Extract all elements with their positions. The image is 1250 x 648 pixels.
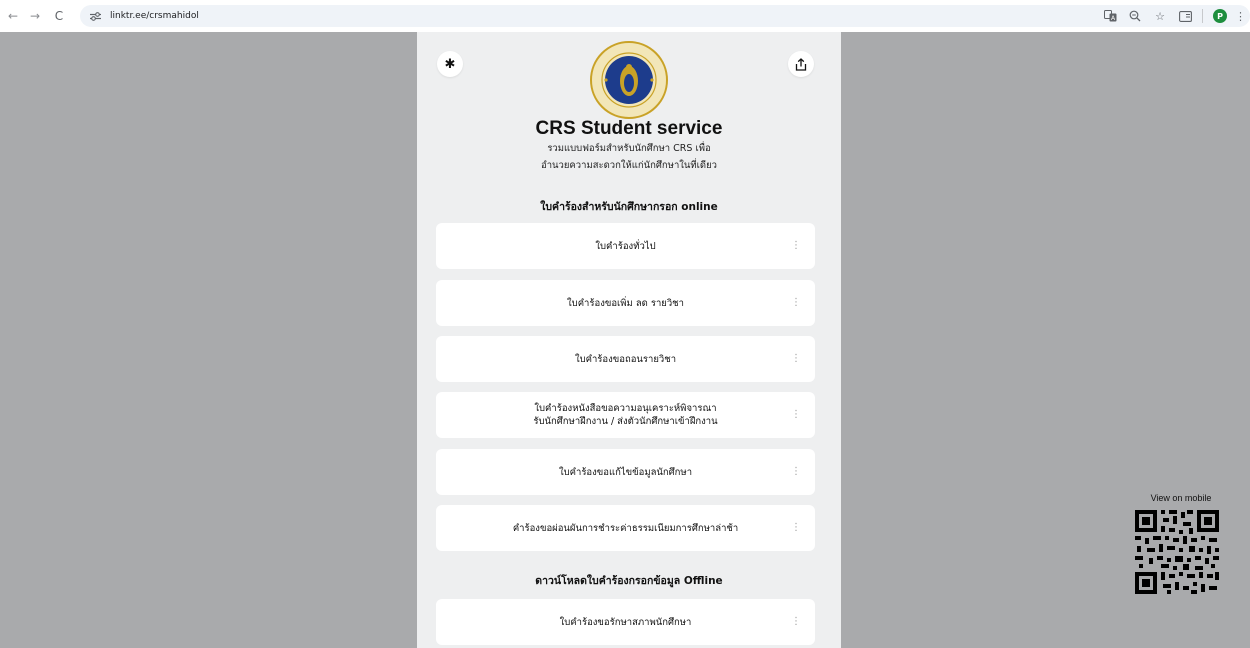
page-backdrop: ✱ CRS Student service รวมแบบฟอร์มสำหรับน… bbox=[7, 32, 1250, 648]
profile-title: CRS Student service bbox=[535, 118, 723, 139]
link-withdraw-course[interactable]: ใบคำร้องขอถอนรายวิชา ⋮ bbox=[436, 336, 815, 382]
site-info-icon[interactable] bbox=[88, 9, 102, 23]
address-bar[interactable]: linktr.ee/crsmahidol A ☆ P ⋮ bbox=[80, 5, 1250, 27]
link-fee-deferral[interactable]: คำร้องขอผ่อนผันการชำระค่าธรรมเนียมการศึก… bbox=[436, 505, 815, 551]
link-label: ใบคำร้องทั่วไป bbox=[595, 240, 656, 252]
bookmark-star-icon[interactable]: ☆ bbox=[1152, 8, 1168, 24]
description-line-2: อำนวยความสะดวกให้แก่นักศึกษาในที่เดียว bbox=[541, 160, 717, 171]
link-label: ใบคำร้องขอเพิ่ม ลด รายวิชา bbox=[567, 297, 684, 309]
url-text[interactable]: linktr.ee/crsmahidol bbox=[110, 11, 199, 21]
online-section-heading: ใบคำร้องสำหรับนักศึกษากรอก online bbox=[540, 201, 718, 213]
link-general-request[interactable]: ใบคำร้องทั่วไป ⋮ bbox=[436, 223, 815, 269]
offline-section-heading: ดาวน์โหลดใบคำร้องกรอกข้อมูล Offline bbox=[535, 575, 723, 587]
share-icon[interactable] bbox=[788, 51, 814, 77]
view-on-mobile-label: View on mobile bbox=[1150, 493, 1212, 503]
linktree-profile-column: ✱ CRS Student service รวมแบบฟอร์มสำหรับน… bbox=[417, 32, 841, 648]
link-edit-student-info[interactable]: ใบคำร้องขอแก้ไขข้อมูลนักศึกษา ⋮ bbox=[436, 449, 815, 495]
link-label: ใบคำร้องขอรักษาสภาพนักศึกษา bbox=[559, 616, 692, 628]
browser-toolbar: ← → C linktr.ee/crsmahidol A ☆ P ⋮ bbox=[0, 0, 1250, 32]
link-label: ใบคำร้องหนังสือขอความอนุเคราะห์พิจารณา ร… bbox=[533, 403, 718, 427]
link-maintain-status[interactable]: ใบคำร้องขอรักษาสภาพนักศึกษา ⋮ bbox=[436, 599, 815, 645]
link-label: คำร้องขอผ่อนผันการชำระค่าธรรมเนียมการศึก… bbox=[512, 522, 739, 534]
linktree-star-icon[interactable]: ✱ bbox=[437, 51, 463, 77]
link-more-icon[interactable]: ⋮ bbox=[791, 466, 801, 477]
description-line-1: รวมแบบฟอร์มสำหรับนักศึกษา CRS เพื่อ bbox=[547, 143, 711, 154]
link-more-icon[interactable]: ⋮ bbox=[791, 353, 801, 364]
link-more-icon[interactable]: ⋮ bbox=[791, 616, 801, 627]
link-internship-letter[interactable]: ใบคำร้องหนังสือขอความอนุเคราะห์พิจารณา ร… bbox=[436, 392, 815, 438]
browser-menu-icon[interactable]: ⋮ bbox=[1235, 10, 1246, 23]
link-more-icon[interactable]: ⋮ bbox=[791, 522, 801, 533]
link-add-drop-course[interactable]: ใบคำร้องขอเพิ่ม ลด รายวิชา ⋮ bbox=[436, 280, 815, 326]
reload-icon[interactable]: C bbox=[50, 7, 68, 25]
link-more-icon[interactable]: ⋮ bbox=[791, 409, 801, 420]
university-logo bbox=[590, 41, 668, 119]
link-label: ใบคำร้องขอแก้ไขข้อมูลนักศึกษา bbox=[558, 466, 693, 478]
profile-description: รวมแบบฟอร์มสำหรับนักศึกษา CRS เพื่อ อำนว… bbox=[417, 140, 841, 174]
forward-icon[interactable]: → bbox=[26, 7, 44, 25]
reading-mode-icon[interactable] bbox=[1177, 8, 1193, 24]
toolbar-divider bbox=[1202, 9, 1203, 23]
translate-icon[interactable]: A bbox=[1102, 8, 1118, 24]
link-more-icon[interactable]: ⋮ bbox=[791, 297, 801, 308]
link-more-icon[interactable]: ⋮ bbox=[791, 240, 801, 251]
link-label: ใบคำร้องขอถอนรายวิชา bbox=[574, 353, 677, 365]
back-icon[interactable]: ← bbox=[4, 7, 22, 25]
profile-avatar[interactable]: P bbox=[1213, 9, 1227, 23]
qr-code[interactable] bbox=[1133, 508, 1221, 596]
zoom-icon[interactable] bbox=[1127, 8, 1143, 24]
